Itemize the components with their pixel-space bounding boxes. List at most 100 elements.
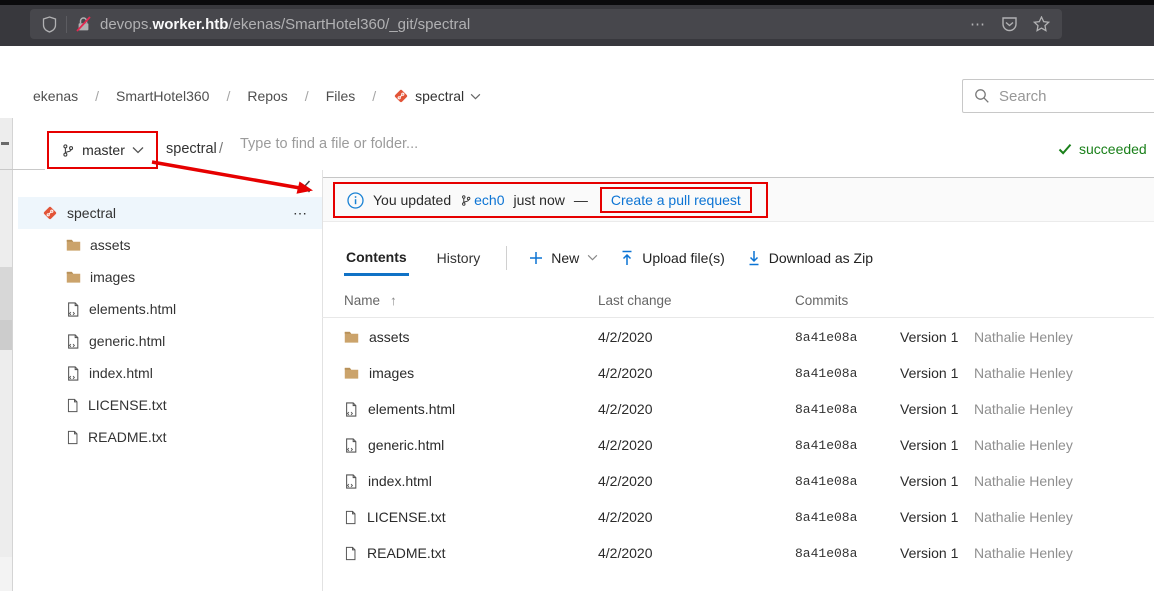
annotation-box-notification: You updated ech0 just now — Create a pul…: [333, 182, 768, 218]
tracking-protection-shield-icon[interactable]: [42, 16, 57, 33]
column-header-name[interactable]: Name: [344, 293, 380, 308]
insecure-lock-icon[interactable]: [76, 16, 91, 32]
repo-selector[interactable]: spectral: [393, 88, 481, 104]
branch-name: master: [82, 142, 125, 158]
last-change-cell: 4/2/2020: [598, 319, 653, 355]
build-status-badge[interactable]: succeeded: [1058, 141, 1147, 157]
commit-message-cell: Version 1: [900, 427, 958, 463]
chevron-down-icon: [470, 93, 481, 100]
html-file-icon: [66, 366, 80, 381]
file-name-cell[interactable]: README.txt: [344, 535, 446, 571]
table-row[interactable]: assets 4/2/2020 8a41e08a Version 1 Natha…: [322, 319, 1154, 355]
notification-dash: —: [574, 192, 588, 208]
notification-text: You updated: [373, 192, 451, 208]
author-cell: Nathalie Henley: [974, 535, 1073, 571]
urlbar-divider: [66, 16, 67, 33]
url-text[interactable]: devops.worker.htb/ekenas/SmartHotel360/_…: [100, 16, 470, 33]
column-header-last-change[interactable]: Last change: [598, 293, 672, 308]
search-box[interactable]: [962, 79, 1154, 113]
commit-message-cell: Version 1: [900, 391, 958, 427]
collapsed-panel-strip[interactable]: [0, 118, 13, 591]
tab-contents[interactable]: Contents: [344, 240, 409, 276]
download-button-label: Download as Zip: [769, 250, 873, 266]
tab-history[interactable]: History: [437, 250, 481, 266]
text-file-icon: [344, 510, 357, 525]
commit-hash-cell[interactable]: 8a41e08a: [795, 463, 857, 499]
table-row[interactable]: generic.html 4/2/2020 8a41e08a Version 1…: [322, 427, 1154, 463]
author-cell: Nathalie Henley: [974, 463, 1073, 499]
tree-item-file[interactable]: index.html: [18, 357, 322, 389]
bookmark-star-icon[interactable]: [1033, 16, 1050, 32]
git-repo-icon: [42, 205, 58, 221]
path-repo-label[interactable]: spectral: [166, 141, 217, 157]
plus-icon: [529, 251, 543, 265]
tree-item-file[interactable]: elements.html: [18, 293, 322, 325]
html-file-icon: [344, 438, 358, 453]
tree-item-label: generic.html: [89, 333, 165, 349]
commit-message-cell: Version 1: [900, 535, 958, 571]
create-pull-request-link[interactable]: Create a pull request: [611, 192, 741, 208]
repo-name: spectral: [415, 88, 464, 104]
file-name-cell[interactable]: elements.html: [344, 391, 455, 427]
breadcrumb-files[interactable]: Files: [326, 88, 356, 104]
new-button[interactable]: New: [529, 250, 598, 266]
branch-selector[interactable]: master: [47, 131, 158, 169]
url-bar[interactable]: devops.worker.htb/ekenas/SmartHotel360/_…: [30, 9, 1062, 39]
breadcrumb-separator: /: [305, 88, 309, 104]
find-file-input[interactable]: [240, 136, 560, 152]
folder-icon: [66, 270, 81, 284]
last-change-cell: 4/2/2020: [598, 463, 653, 499]
browser-window-edge: [0, 0, 1154, 5]
tree-item-label: LICENSE.txt: [88, 397, 167, 413]
collapse-dash[interactable]: [1, 142, 9, 145]
table-row[interactable]: images 4/2/2020 8a41e08a Version 1 Natha…: [322, 355, 1154, 391]
text-file-icon: [66, 430, 79, 445]
table-header: Name ↑ Last change Commits: [322, 287, 1154, 318]
commit-hash-cell[interactable]: 8a41e08a: [795, 355, 857, 391]
breadcrumb-separator: /: [226, 88, 230, 104]
table-row[interactable]: README.txt 4/2/2020 8a41e08a Version 1 N…: [322, 535, 1154, 571]
table-row[interactable]: LICENSE.txt 4/2/2020 8a41e08a Version 1 …: [322, 499, 1154, 535]
collapse-sidebar-chevron[interactable]: [303, 180, 311, 198]
file-name-cell[interactable]: images: [344, 355, 414, 391]
scroll-thumb[interactable]: [0, 320, 12, 350]
file-name-cell[interactable]: assets: [344, 319, 409, 355]
sort-ascending-icon[interactable]: ↑: [390, 293, 397, 308]
column-header-commits[interactable]: Commits: [795, 293, 848, 308]
more-actions-icon[interactable]: ⋯: [293, 205, 308, 222]
text-file-icon: [66, 398, 79, 413]
folder-icon: [344, 366, 359, 380]
commit-hash-cell[interactable]: 8a41e08a: [795, 391, 857, 427]
scroll-segment: [0, 557, 12, 591]
file-name-cell[interactable]: LICENSE.txt: [344, 499, 446, 535]
breadcrumb-project[interactable]: SmartHotel360: [116, 88, 209, 104]
browser-toolbar: devops.worker.htb/ekenas/SmartHotel360/_…: [0, 0, 1154, 46]
search-input[interactable]: [999, 88, 1149, 105]
file-name-cell[interactable]: index.html: [344, 463, 432, 499]
page-actions-icon[interactable]: ⋯: [970, 15, 986, 33]
commit-hash-cell[interactable]: 8a41e08a: [795, 319, 857, 355]
file-name-cell[interactable]: generic.html: [344, 427, 444, 463]
table-row[interactable]: index.html 4/2/2020 8a41e08a Version 1 N…: [322, 463, 1154, 499]
breadcrumb-org[interactable]: ekenas: [33, 88, 78, 104]
branch-link[interactable]: ech0: [474, 192, 504, 208]
text-file-icon: [344, 546, 357, 561]
table-row[interactable]: elements.html 4/2/2020 8a41e08a Version …: [322, 391, 1154, 427]
commit-hash-cell[interactable]: 8a41e08a: [795, 535, 857, 571]
commit-hash-cell[interactable]: 8a41e08a: [795, 499, 857, 535]
tree-item-file[interactable]: generic.html: [18, 325, 322, 357]
download-zip-button[interactable]: Download as Zip: [747, 250, 873, 266]
tree-item-folder[interactable]: images: [18, 261, 322, 293]
breadcrumb-repos[interactable]: Repos: [247, 88, 287, 104]
upload-files-button[interactable]: Upload file(s): [620, 250, 724, 266]
notification-time: just now: [513, 192, 564, 208]
tree-item-folder[interactable]: assets: [18, 229, 322, 261]
chevron-down-icon: [587, 254, 598, 261]
author-cell: Nathalie Henley: [974, 427, 1073, 463]
commit-hash-cell[interactable]: 8a41e08a: [795, 427, 857, 463]
tree-item-file[interactable]: README.txt: [18, 421, 322, 453]
tree-item-file[interactable]: LICENSE.txt: [18, 389, 322, 421]
tree-item-root[interactable]: spectral ⋯: [18, 197, 322, 229]
check-icon: [1058, 143, 1072, 155]
pocket-icon[interactable]: [1001, 16, 1018, 32]
